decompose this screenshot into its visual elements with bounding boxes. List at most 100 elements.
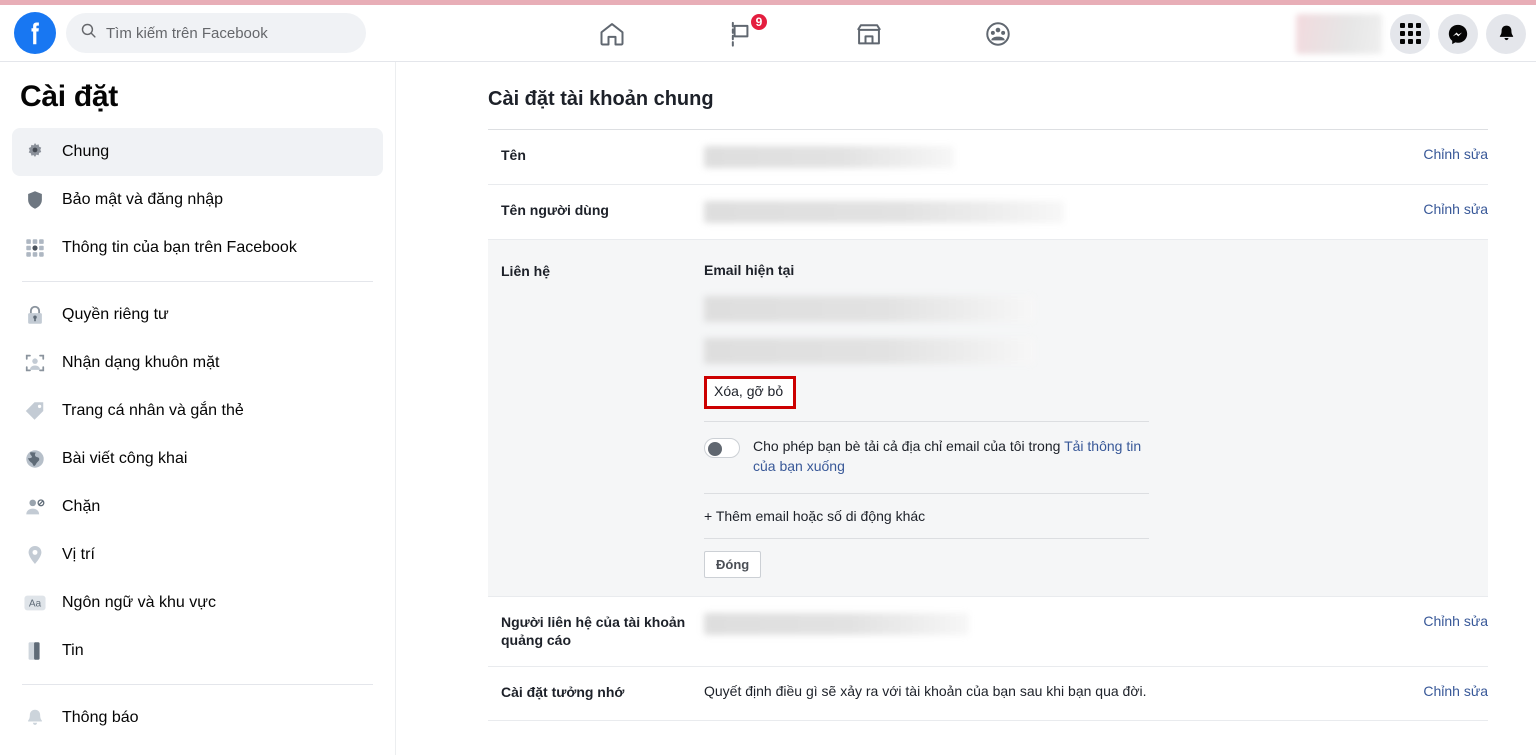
toggle-knob: [708, 442, 722, 456]
row-value: [704, 146, 1388, 168]
sidebar-item-label: Tin: [62, 642, 84, 659]
edit-link-ad-contact[interactable]: Chỉnh sửa: [1423, 613, 1488, 629]
row-value: [704, 612, 1388, 635]
row-action: Chỉnh sửa: [1388, 146, 1488, 164]
redacted-value: [704, 201, 1064, 223]
bell-icon[interactable]: [1486, 13, 1526, 54]
redacted-value: [704, 612, 969, 635]
sidebar-item-label: Trang cá nhân và gắn thẻ: [62, 402, 244, 419]
sidebar-item-thong-tin[interactable]: Thông tin của bạn trên Facebook: [12, 224, 383, 272]
redacted-value: [704, 146, 954, 168]
page-title: Cài đặt tài khoản chung: [488, 88, 714, 110]
row-label: Tên người dùng: [501, 202, 609, 218]
close-row: Đóng: [704, 537, 1149, 578]
sidebar-item-bao-mat[interactable]: Bảo mật và đăng nhập: [12, 176, 383, 224]
row-label: Người liên hệ của tài khoản quảng cáo: [501, 613, 686, 649]
main-content: Cài đặt tài khoản chung Tên Chỉnh sửa Tê…: [397, 62, 1536, 755]
sidebar-item-label: Nhận dạng khuôn mặt: [62, 354, 220, 371]
sidebar-item-chan[interactable]: Chặn: [12, 483, 383, 531]
tag-icon: [22, 398, 48, 424]
gear-icon: [22, 139, 48, 165]
stories-icon: [22, 638, 48, 664]
facebook-logo[interactable]: [14, 12, 56, 54]
sidebar-item-label: Thông báo: [62, 709, 139, 726]
row-label: Tên: [501, 147, 526, 163]
edit-link-name[interactable]: Chỉnh sửa: [1423, 146, 1488, 162]
email-list: [704, 290, 1144, 374]
sidebar-item-label: Chặn: [62, 498, 101, 515]
settings-rows: Tên Chỉnh sửa Tên người dùng Chỉnh sửa L…: [488, 129, 1488, 722]
edit-link-memorialization[interactable]: Chỉnh sửa: [1423, 683, 1488, 699]
sidebar-item-di-dong[interactable]: Di động: [12, 742, 383, 755]
allow-friends-download-row: Cho phép bạn bè tải cả địa chỉ email của…: [704, 421, 1149, 493]
nav-pages-flag-icon[interactable]: 9: [689, 9, 793, 59]
bell-icon: [22, 705, 48, 731]
sidebar-group-notifications: Thông báo Di động: [12, 694, 383, 755]
lock-icon: [22, 302, 48, 328]
row-action: Chỉnh sửa: [1388, 201, 1488, 219]
sidebar-item-label: Thông tin của bạn trên Facebook: [62, 239, 297, 256]
sidebar-item-label: Chung: [62, 143, 110, 160]
table-row-ad-account-contact: Người liên hệ của tài khoản quảng cáo Ch…: [488, 597, 1488, 668]
search-placeholder: Tìm kiếm trên Facebook: [106, 24, 268, 42]
search-icon: [80, 22, 97, 44]
row-action: Chỉnh sửa: [1388, 613, 1488, 631]
sidebar-item-label: Bài viết công khai: [62, 450, 188, 467]
edit-link-username[interactable]: Chỉnh sửa: [1423, 201, 1488, 217]
close-button[interactable]: Đóng: [704, 550, 762, 578]
sidebar-item-thong-bao[interactable]: Thông báo: [12, 694, 383, 742]
sidebar-group-account: Chung Bảo mật và đăng nhập Thông tin của…: [12, 128, 383, 272]
row-value: Quyết định điều gì sẽ xảy ra với tài kho…: [704, 683, 1147, 700]
add-email-or-mobile-button[interactable]: + Thêm email hoặc số di động khác: [704, 492, 1149, 538]
header-right: [1296, 5, 1526, 62]
redacted-email: [704, 296, 1034, 322]
avatar[interactable]: [1296, 13, 1382, 54]
sidebar-item-label: Quyền riêng tư: [62, 306, 169, 323]
app-header: Tìm kiếm trên Facebook 9: [0, 5, 1536, 62]
messenger-icon[interactable]: [1438, 13, 1478, 54]
table-row-username: Tên người dùng Chỉnh sửa: [488, 185, 1488, 240]
row-label-contact: Liên hệ: [501, 263, 551, 279]
sidebar-item-label: Ngôn ngữ và khu vực: [62, 594, 216, 611]
nav-groups-icon[interactable]: [946, 9, 1050, 59]
sidebar-item-tin[interactable]: Tin: [12, 627, 383, 675]
face-recognition-icon: [22, 350, 48, 376]
list-item[interactable]: [704, 290, 1144, 332]
sidebar-divider: [22, 281, 373, 282]
pages-badge: 9: [748, 11, 770, 32]
table-row-memorialization: Cài đặt tưởng nhớ Quyết định điều gì sẽ …: [488, 667, 1488, 722]
nav-marketplace-icon[interactable]: [817, 9, 921, 59]
sidebar-group-privacy: Quyền riêng tư Nhận dạng khuôn mặt Trang…: [12, 291, 383, 675]
sidebar-item-vi-tri[interactable]: Vị trí: [12, 531, 383, 579]
sidebar-title: Cài đặt: [20, 80, 118, 113]
current-email-heading: Email hiện tại: [704, 262, 795, 278]
sidebar-item-quyen-rieng-tu[interactable]: Quyền riêng tư: [12, 291, 383, 339]
redacted-email: [704, 338, 1034, 364]
sidebar-item-trang-ca-nhan[interactable]: Trang cá nhân và gắn thẻ: [12, 387, 383, 435]
sidebar-item-ngon-ngu[interactable]: Aa Ngôn ngữ và khu vực: [12, 579, 383, 627]
grid-menu-icon[interactable]: [1390, 13, 1430, 54]
sidebar-item-nhan-dang-khuon-mat[interactable]: Nhận dạng khuôn mặt: [12, 339, 383, 387]
sidebar-divider: [22, 684, 373, 685]
grid-info-icon: [22, 235, 48, 261]
contact-panel: Email hiện tại Xóa, gỡ bỏ Cho phép bạn b…: [704, 262, 1388, 578]
settings-sidebar: Cài đặt Chung Bảo mật và đăng nhập Thông…: [0, 62, 396, 755]
allow-download-toggle[interactable]: [704, 438, 740, 458]
remove-email-label[interactable]: Xóa, gỡ bỏ: [714, 383, 783, 399]
annotation-highlight-box: Xóa, gỡ bỏ: [704, 376, 797, 409]
table-row-name: Tên Chỉnh sửa: [488, 130, 1488, 185]
svg-text:Aa: Aa: [29, 599, 42, 610]
search-input[interactable]: Tìm kiếm trên Facebook: [66, 13, 366, 53]
facebook-settings-page: Tìm kiếm trên Facebook 9 Cài đặt Chung B…: [0, 0, 1536, 755]
block-user-icon: [22, 494, 48, 520]
globe-icon: [22, 446, 48, 472]
list-item[interactable]: [704, 332, 1144, 374]
sidebar-item-chung[interactable]: Chung: [12, 128, 383, 176]
nav-home-icon[interactable]: [560, 9, 664, 59]
toggle-text-before: Cho phép bạn bè tải cả địa chỉ email của…: [753, 438, 1065, 454]
shield-icon: [22, 187, 48, 213]
sidebar-item-bai-viet-cong-khai[interactable]: Bài viết công khai: [12, 435, 383, 483]
language-icon: Aa: [22, 590, 48, 616]
row-value: [704, 201, 1388, 223]
sidebar-item-label: Bảo mật và đăng nhập: [62, 191, 224, 208]
